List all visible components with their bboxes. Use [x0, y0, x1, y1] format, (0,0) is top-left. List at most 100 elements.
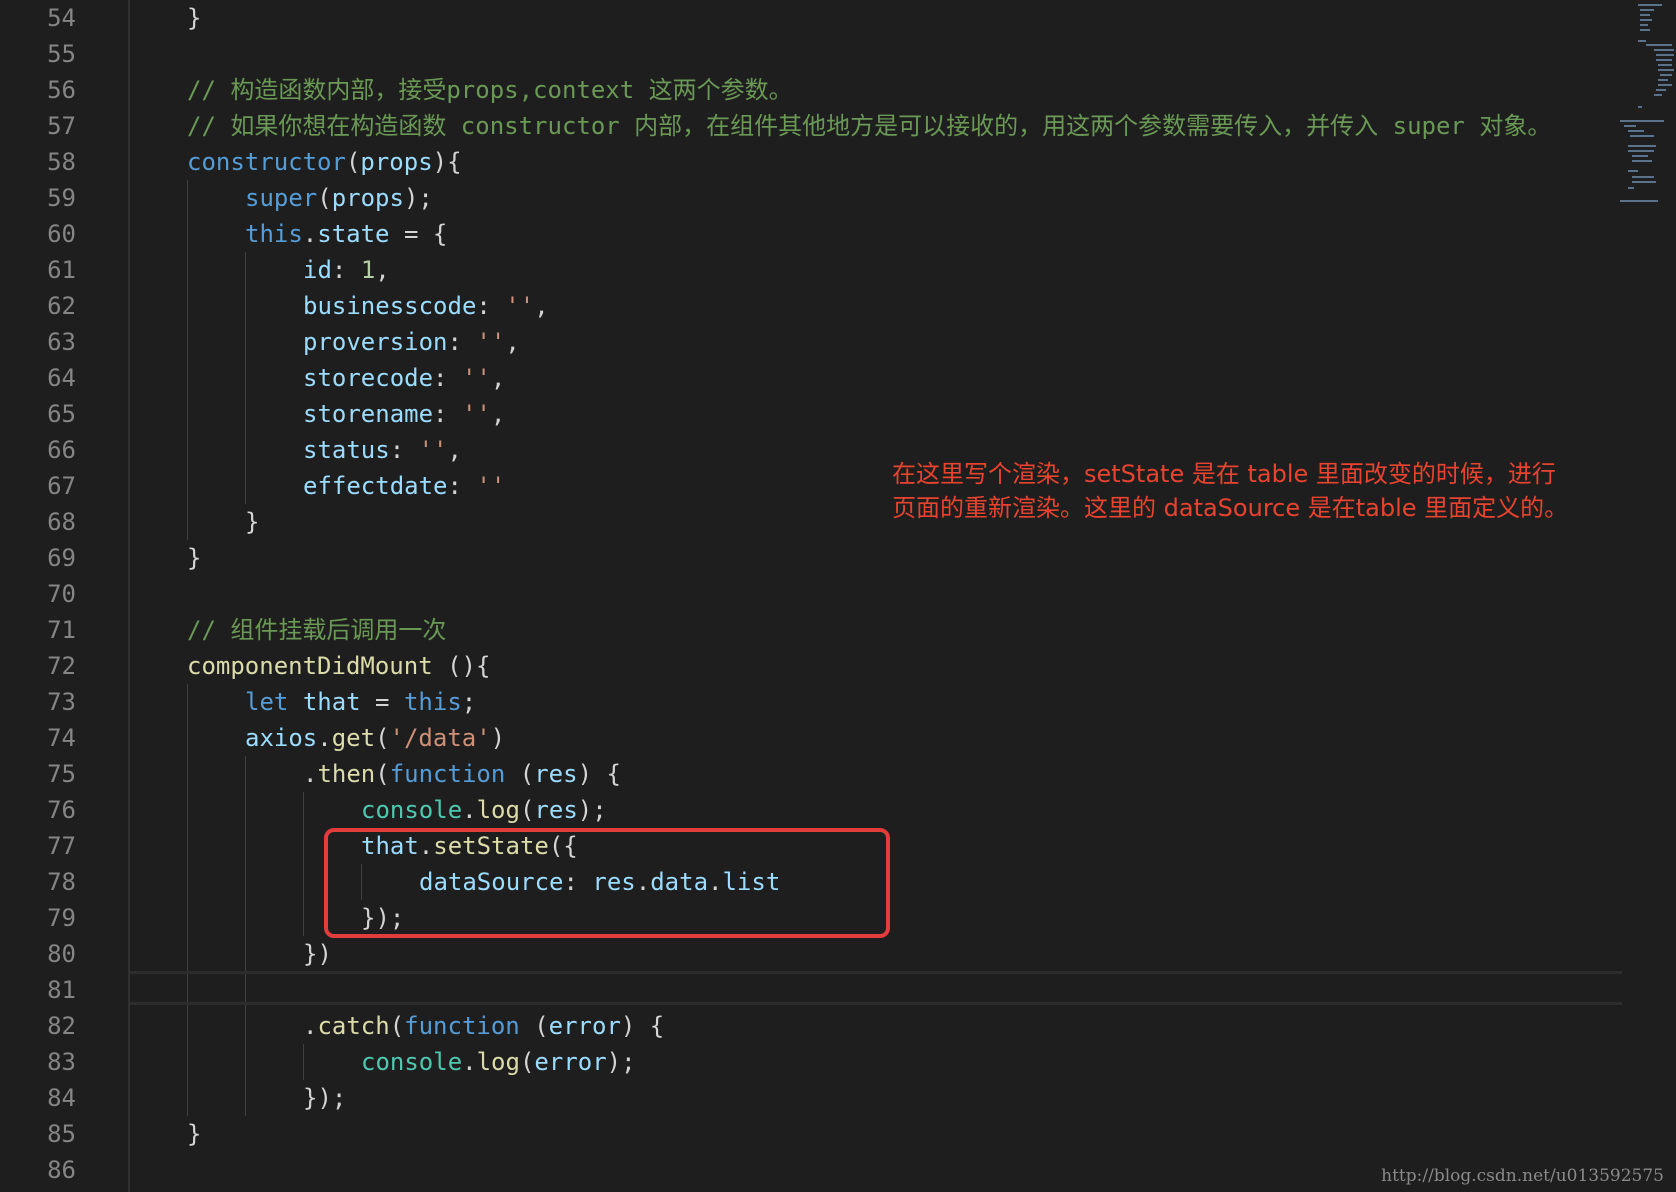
- annotation-line-1: 在这里写个渲染，setState 是在 table 里面改变的时候，进行: [892, 460, 1556, 488]
- code-line-54[interactable]: }: [187, 0, 201, 36]
- code-token: res: [534, 796, 578, 824]
- code-line-66[interactable]: status: '',: [303, 432, 462, 468]
- code-token: function: [404, 1012, 520, 1040]
- code-line-84[interactable]: });: [303, 1080, 346, 1116]
- line-number: 55: [47, 40, 76, 68]
- code-line-56[interactable]: // 构造函数内部，接受props,context 这两个参数。: [187, 72, 793, 108]
- code-line-61[interactable]: id: 1,: [303, 252, 390, 288]
- code-token: :: [331, 256, 361, 284]
- code-token: .: [462, 1048, 477, 1076]
- indent-guide: [187, 180, 188, 540]
- indent-guide: [187, 684, 188, 1116]
- code-line-71[interactable]: // 组件挂载后调用一次: [187, 612, 446, 648]
- code-token: (: [375, 760, 390, 788]
- code-token: that: [302, 688, 361, 716]
- code-token: (: [389, 1012, 405, 1040]
- code-token: (: [519, 1012, 549, 1040]
- code-line-59[interactable]: super(props);: [245, 180, 433, 216]
- code-token: function: [389, 760, 506, 788]
- code-editor[interactable]: 54 55 56 57 58 59 60 61 62 63 64 65 66 67 68 69 70 71 72 73…: [0, 0, 1676, 1192]
- code-token: this: [403, 688, 462, 716]
- code-token: }: [187, 544, 202, 572]
- code-line-64[interactable]: storecode: '',: [303, 360, 505, 396]
- code-line-68[interactable]: }: [245, 504, 259, 540]
- code-token: :: [447, 328, 477, 356]
- indent-guide: [245, 756, 246, 1116]
- line-number: 68: [47, 508, 76, 536]
- code-token: ){: [432, 148, 462, 176]
- line-number: 82: [47, 1012, 76, 1040]
- code-line-58[interactable]: constructor(props){: [187, 144, 462, 180]
- line-number: 64: [47, 364, 76, 392]
- line-number: 81: [47, 976, 76, 1004]
- code-token: .: [317, 724, 332, 752]
- code-line-63[interactable]: proversion: '',: [303, 324, 520, 360]
- line-number: 86: [47, 1156, 76, 1184]
- code-line-80[interactable]: }): [303, 936, 332, 972]
- line-number: 69: [47, 544, 76, 572]
- line-number: 72: [47, 652, 76, 680]
- code-line-82[interactable]: .catch(function (error) {: [303, 1008, 664, 1044]
- line-number: 54: [47, 4, 76, 32]
- code-line-57[interactable]: // 如果你想在构造函数 constructor 内部，在组件其他地方是可以接收…: [187, 108, 1551, 144]
- line-number: 63: [47, 328, 76, 356]
- code-line-60[interactable]: this.state = {: [245, 216, 447, 252]
- code-token: (: [519, 1048, 535, 1076]
- line-number: 85: [47, 1120, 76, 1148]
- line-number: 70: [47, 580, 76, 608]
- code-token: log: [476, 796, 520, 824]
- code-token: );: [577, 796, 607, 824]
- line-number: 59: [47, 184, 76, 212]
- code-token: :: [476, 292, 506, 320]
- code-line-72[interactable]: componentDidMount (){: [187, 648, 490, 684]
- code-token: props: [360, 148, 433, 176]
- code-token: get: [331, 724, 376, 752]
- code-line-67[interactable]: effectdate: '': [303, 468, 505, 504]
- code-comment: // 组件挂载后调用一次: [187, 616, 447, 644]
- indent-guide: [245, 252, 246, 504]
- code-line-75[interactable]: .then(function (res) {: [303, 756, 621, 792]
- annotation-note: 在这里写个渲染，setState 是在 table 里面改变的时候，进行 页面的…: [892, 457, 1622, 525]
- code-token: (: [345, 148, 361, 176]
- code-line-76[interactable]: console.log(res);: [361, 792, 607, 828]
- code-token: status: [303, 436, 390, 464]
- code-token: );: [403, 184, 433, 212]
- code-token: error: [534, 1048, 607, 1076]
- line-number: 61: [47, 256, 76, 284]
- code-token: constructor: [187, 148, 346, 176]
- line-number: 80: [47, 940, 76, 968]
- code-token: proversion: [303, 328, 448, 356]
- code-line-69[interactable]: }: [187, 540, 201, 576]
- code-token: super: [245, 184, 318, 212]
- code-token: .: [303, 1012, 318, 1040]
- code-token: state: [317, 220, 390, 248]
- code-token: businesscode: [303, 292, 477, 320]
- code-token: error: [548, 1012, 621, 1040]
- code-token: catch: [317, 1012, 390, 1040]
- code-token: ,: [534, 292, 549, 320]
- code-line-65[interactable]: storename: '',: [303, 396, 505, 432]
- code-line-85[interactable]: }: [187, 1116, 201, 1152]
- code-line-83[interactable]: console.log(error);: [361, 1044, 636, 1080]
- line-number: 77: [47, 832, 76, 860]
- code-token: ;: [461, 688, 477, 716]
- code-token: axios: [245, 724, 318, 752]
- code-line-74[interactable]: axios.get('/data'): [245, 720, 505, 756]
- code-token: '': [476, 472, 506, 500]
- line-number: 66: [47, 436, 76, 464]
- code-line-62[interactable]: businesscode: '',: [303, 288, 549, 324]
- current-line-highlight: [130, 971, 1622, 1005]
- code-token: this: [245, 220, 303, 248]
- indent-guide: [303, 1044, 304, 1080]
- watermark: http://blog.csdn.net/u013592575: [1381, 1166, 1664, 1186]
- code-token: effectdate: [303, 472, 448, 500]
- minimap[interactable]: [1618, 0, 1676, 215]
- code-line-73[interactable]: let that = this;: [245, 684, 476, 720]
- code-token: res: [534, 760, 578, 788]
- code-token: let: [245, 688, 289, 716]
- line-number: 67: [47, 472, 76, 500]
- line-number: 74: [47, 724, 76, 752]
- code-token: '': [505, 292, 535, 320]
- code-token: then: [317, 760, 376, 788]
